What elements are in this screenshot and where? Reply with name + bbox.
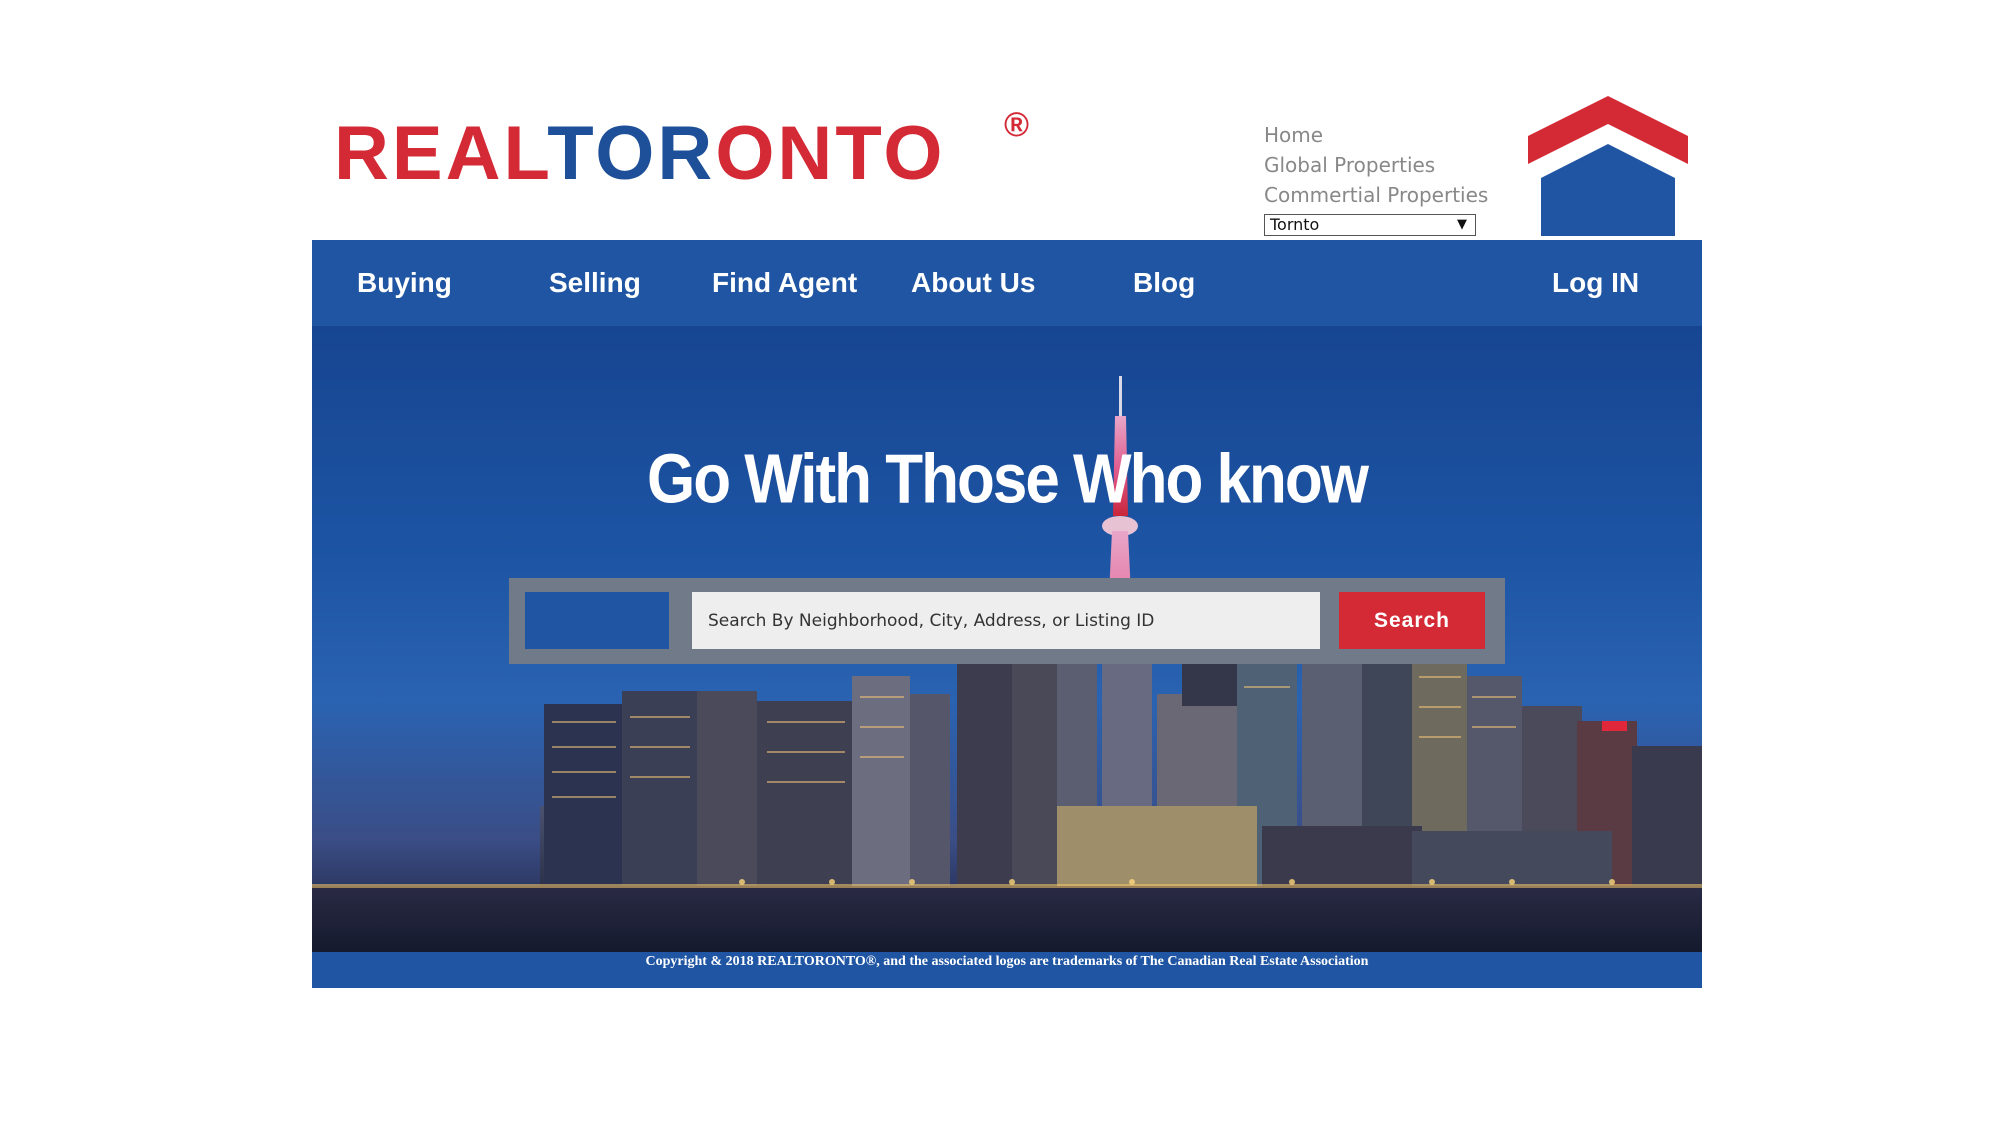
search-input[interactable] — [692, 592, 1320, 649]
nav-about-us[interactable]: About Us — [911, 240, 1035, 326]
search-button[interactable]: Search — [1339, 592, 1485, 649]
nav-buying[interactable]: Buying — [357, 240, 452, 326]
top-links: Home Global Properties Commertial Proper… — [1264, 120, 1524, 236]
registered-mark: ® — [1004, 106, 1030, 144]
footer-copyright: Copyright & 2018 REALTORONTO®, and the a… — [645, 954, 1369, 969]
logo-part-onto: ONTO — [715, 111, 946, 196]
logo-wordmark[interactable]: REALTORONTO — [334, 116, 945, 192]
nav-selling[interactable]: Selling — [549, 240, 641, 326]
nav-find-agent[interactable]: Find Agent — [712, 240, 857, 326]
commercial-properties-link[interactable]: Commertial Properties — [1264, 180, 1524, 210]
city-select-value: Tornto — [1270, 215, 1320, 234]
hero-title: Go With Those Who know — [646, 440, 1369, 519]
header: REALTORONTO ® Home Global Properties Com… — [312, 90, 1702, 240]
home-link[interactable]: Home — [1264, 120, 1524, 150]
site-container: REALTORONTO ® Home Global Properties Com… — [312, 90, 1702, 988]
chevron-down-icon: ▼ — [1457, 217, 1467, 232]
city-select[interactable]: Tornto ▼ — [1264, 214, 1476, 236]
house-logo-icon — [1528, 96, 1688, 236]
footer: Copyright & 2018 REALTORONTO®, and the a… — [312, 952, 1702, 988]
logo-part-tor: TOR — [547, 111, 716, 196]
nav-blog[interactable]: Blog — [1133, 240, 1195, 326]
main-nav: Buying Selling Find Agent About Us Blog … — [312, 240, 1702, 326]
nav-login[interactable]: Log IN — [1552, 240, 1639, 326]
search-bar: Search — [509, 578, 1505, 664]
logo-part-real: REAL — [334, 111, 548, 196]
house-body — [1541, 144, 1675, 236]
global-properties-link[interactable]: Global Properties — [1264, 150, 1524, 180]
hero-banner: Go With Those Who know Search — [312, 326, 1702, 952]
search-type-selector[interactable] — [525, 592, 669, 649]
